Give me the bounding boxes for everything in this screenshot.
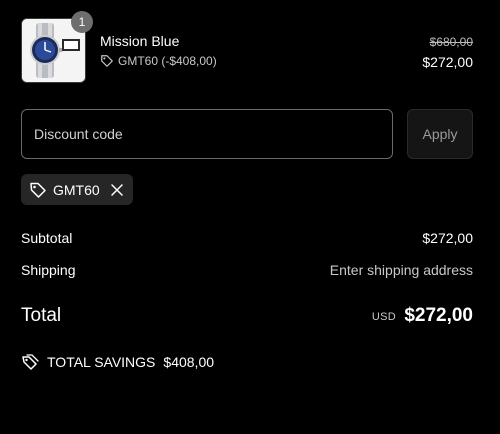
close-icon[interactable]: [110, 183, 124, 197]
tags-icon: [21, 353, 39, 371]
subtotal-value: $272,00: [422, 230, 473, 246]
final-price: $272,00: [422, 54, 473, 70]
total-savings: TOTAL SAVINGS $408,00: [21, 353, 214, 371]
shipping-value: Enter shipping address: [329, 262, 473, 278]
tag-icon: [100, 54, 114, 68]
discount-code-input[interactable]: [21, 109, 393, 159]
tag-icon: [29, 181, 47, 199]
product-discount: GMT60 (-$408,00): [100, 54, 217, 68]
total-value: $272,00: [404, 305, 473, 326]
original-price: $680,00: [429, 35, 473, 49]
applied-discount-chip: GMT60: [21, 174, 133, 205]
product-discount-label: GMT60 (-$408,00): [118, 54, 217, 68]
savings-label: TOTAL SAVINGS: [47, 354, 156, 370]
shipping-label: Shipping: [21, 262, 76, 278]
total-currency: USD: [371, 311, 396, 323]
savings-value: $408,00: [163, 354, 215, 370]
quantity-badge: 1: [71, 11, 93, 33]
order-summary: 1 Mission Blue GMT60 (-$408,00) $680,00 …: [0, 0, 500, 434]
applied-code-label: GMT60: [53, 181, 100, 198]
subtotal-label: Subtotal: [21, 230, 73, 246]
product-name: Mission Blue: [100, 33, 180, 49]
apply-button[interactable]: Apply: [407, 109, 473, 159]
total-label: Total: [21, 305, 62, 326]
